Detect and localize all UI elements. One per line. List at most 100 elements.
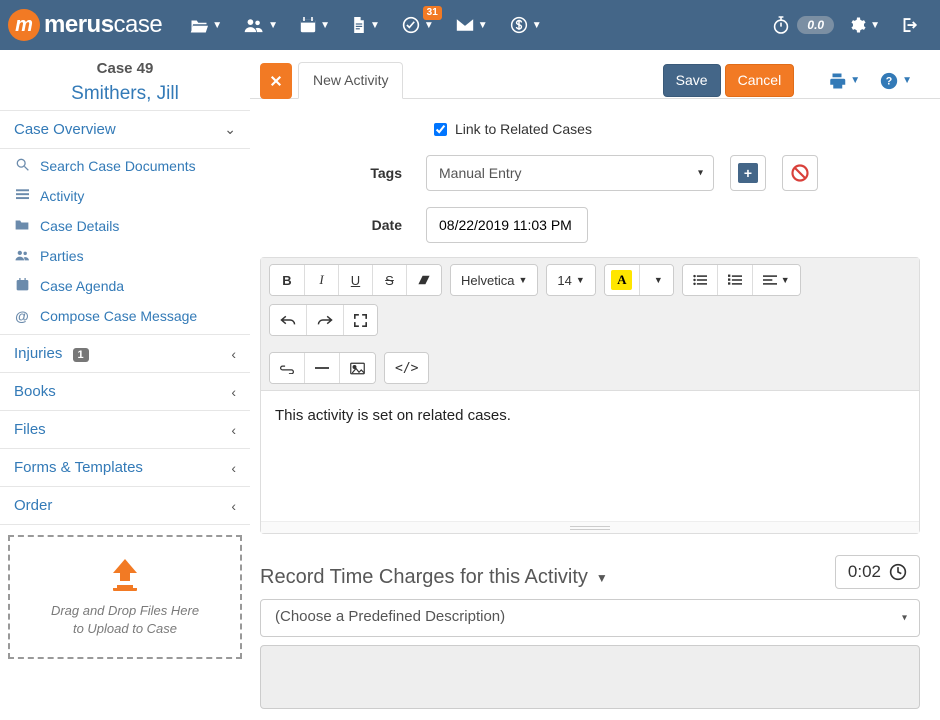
nav-mail-menu[interactable]: ▼ [446, 10, 498, 40]
calendar-icon [300, 17, 316, 33]
font-family-select[interactable]: Helvetica▼ [451, 265, 537, 295]
strike-button[interactable]: S [372, 265, 406, 295]
sidebar-item-label: Search Case Documents [40, 158, 196, 174]
cancel-button[interactable]: Cancel [725, 64, 795, 98]
sidebar-section-order[interactable]: Order ‹ [0, 486, 250, 525]
minus-icon [315, 366, 329, 370]
caret-down-icon: ▼ [596, 571, 608, 585]
sidebar-item-parties[interactable]: Parties [0, 241, 250, 271]
font-size-select[interactable]: 14▼ [547, 265, 594, 295]
activity-form: Link to Related Cases Tags Manual Entry … [250, 98, 940, 720]
link-related-checkbox[interactable] [434, 123, 447, 136]
tab-new-activity[interactable]: New Activity [298, 62, 403, 99]
fullscreen-button[interactable] [343, 305, 377, 335]
chevron-left-icon: ‹ [231, 346, 236, 362]
print-menu[interactable]: ▼ [818, 66, 870, 96]
undo-button[interactable] [270, 305, 306, 335]
upload-icon [103, 557, 147, 596]
caret-down-icon: ▼ [532, 20, 542, 31]
underline-button[interactable]: U [338, 265, 372, 295]
ul-button[interactable] [683, 265, 717, 295]
activity-timer[interactable]: 0:02 [835, 555, 920, 589]
print-icon [828, 72, 846, 90]
sidebar-section-books[interactable]: Books ‹ [0, 372, 250, 411]
section-title-text: Record Time Charges for this Activity [260, 566, 588, 589]
date-input[interactable] [426, 207, 588, 243]
italic-button[interactable]: I [304, 265, 338, 295]
sidebar-section-overview[interactable]: Case Overview ⌄ [0, 110, 250, 149]
document-icon [352, 17, 366, 33]
help-menu[interactable]: ? ▼ [870, 66, 922, 96]
gear-icon [848, 16, 866, 34]
close-icon [270, 75, 282, 87]
nav-billing-menu[interactable]: ▼ [500, 8, 552, 42]
time-description-input[interactable] [260, 645, 920, 709]
eraser-icon [417, 274, 431, 286]
main: Case 49 Smithers, Jill Case Overview ⌄ S… [0, 50, 940, 720]
sidebar-overview-items: Search Case Documents Activity Case Deta… [0, 149, 250, 335]
chevron-left-icon: ‹ [231, 460, 236, 476]
font-color-button[interactable]: A [605, 265, 639, 295]
grip-icon [570, 526, 610, 530]
font-color-menu[interactable]: ▼ [639, 265, 673, 295]
sidebar-section-forms[interactable]: Forms & Templates ‹ [0, 448, 250, 487]
sidebar-section-files[interactable]: Files ‹ [0, 410, 250, 449]
align-menu[interactable]: ▼ [752, 265, 800, 295]
tags-select[interactable]: Manual Entry ▾ [426, 155, 714, 191]
clear-tag-button[interactable] [782, 155, 818, 191]
add-tag-button[interactable]: + [730, 155, 766, 191]
erase-format-button[interactable] [406, 265, 441, 295]
close-tab-button[interactable] [260, 63, 292, 99]
tab-label: New Activity [313, 72, 388, 88]
global-timer-pill[interactable]: 0.0 [797, 16, 834, 34]
link-related-label[interactable]: Link to Related Cases [455, 121, 592, 137]
predefined-description-select[interactable]: (Choose a Predefined Description) ▾ [260, 599, 920, 637]
help-circle-icon: ? [880, 72, 898, 90]
editor-resize-handle[interactable] [261, 521, 919, 533]
logout-button[interactable] [890, 8, 928, 42]
file-dropzone[interactable]: Drag and Drop Files Here to Upload to Ca… [8, 535, 242, 659]
ol-button[interactable] [717, 265, 752, 295]
case-party-name[interactable]: Smithers, Jill [10, 77, 240, 105]
users-icon [244, 17, 264, 33]
app-logo[interactable]: m meruscase [8, 9, 162, 41]
link-button[interactable] [270, 353, 304, 383]
editor-body[interactable]: This activity is set on related cases. [261, 391, 919, 521]
sidebar-item-activity[interactable]: Activity [0, 181, 250, 211]
editor-toolbar: B I U S Helvetica▼ [261, 258, 919, 391]
image-button[interactable] [339, 353, 375, 383]
tags-selected-value: Manual Entry [439, 165, 521, 181]
list-ul-icon [693, 274, 707, 286]
sidebar-item-compose-message[interactable]: @ Compose Case Message [0, 301, 250, 331]
nav-users-menu[interactable]: ▼ [234, 9, 288, 41]
nav-calendar-menu[interactable]: ▼ [290, 9, 340, 41]
caret-down-icon: ▼ [576, 275, 585, 285]
caret-down-icon: ▼ [268, 20, 278, 31]
chevron-left-icon: ‹ [231, 498, 236, 514]
caret-down-icon: ▼ [518, 275, 527, 285]
image-icon [350, 362, 365, 375]
sidebar-item-label: Case Agenda [40, 278, 124, 294]
code-view-button[interactable]: </> [385, 353, 428, 383]
sidebar-section-injuries[interactable]: Injuries 1 ‹ [0, 334, 250, 373]
caret-down-icon: ▼ [424, 20, 434, 31]
redo-button[interactable] [306, 305, 343, 335]
sidebar-item-case-details[interactable]: Case Details [0, 211, 250, 241]
hr-button[interactable] [304, 353, 339, 383]
global-timer-button[interactable] [769, 8, 793, 42]
bold-button[interactable]: B [270, 265, 304, 295]
save-button[interactable]: Save [663, 64, 721, 98]
sidebar-item-search-docs[interactable]: Search Case Documents [0, 151, 250, 181]
time-charges-toggle[interactable]: Record Time Charges for this Activity ▼ [260, 566, 920, 589]
calendar-icon [14, 278, 30, 294]
nav-folder-menu[interactable]: ▼ [180, 9, 232, 41]
folder-icon [14, 218, 30, 234]
nav-tasks-menu[interactable]: 31 ▼ [392, 8, 444, 42]
sidebar-item-case-agenda[interactable]: Case Agenda [0, 271, 250, 301]
nav-settings-menu[interactable]: ▼ [838, 8, 890, 42]
nav-document-menu[interactable]: ▼ [342, 9, 390, 41]
logout-icon [900, 16, 918, 34]
link-icon [280, 362, 294, 374]
sidebar-section-label: Injuries 1 [14, 345, 89, 362]
caret-down-icon: ▼ [781, 275, 790, 285]
